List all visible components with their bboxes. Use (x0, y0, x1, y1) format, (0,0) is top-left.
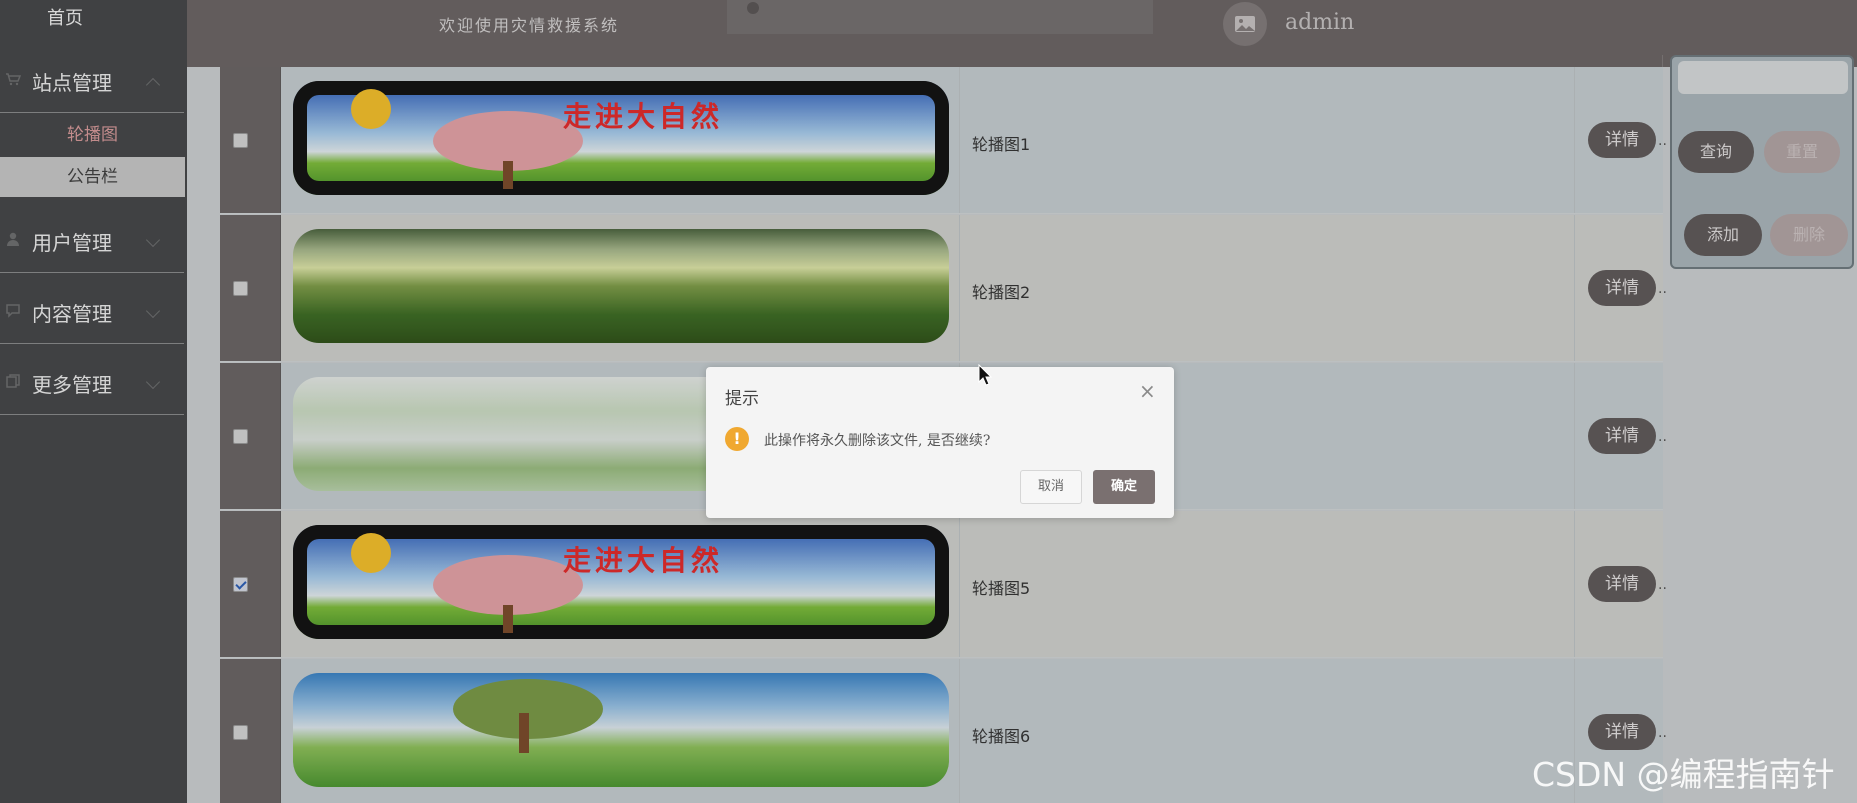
dialog-title: 提示 (725, 389, 759, 409)
confirm-button[interactable]: 确定 (1093, 470, 1155, 504)
cursor-icon (978, 364, 992, 386)
confirm-dialog: 提示 × ! 此操作将永久删除该文件, 是否继续? 取消 确定 (706, 367, 1174, 518)
warning-icon: ! (725, 427, 749, 451)
close-icon[interactable]: × (1139, 381, 1156, 401)
dialog-message: 此操作将永久删除该文件, 是否继续? (764, 433, 991, 449)
watermark: CSDN @编程指南针 (1532, 755, 1835, 794)
cancel-button[interactable]: 取消 (1020, 470, 1082, 504)
